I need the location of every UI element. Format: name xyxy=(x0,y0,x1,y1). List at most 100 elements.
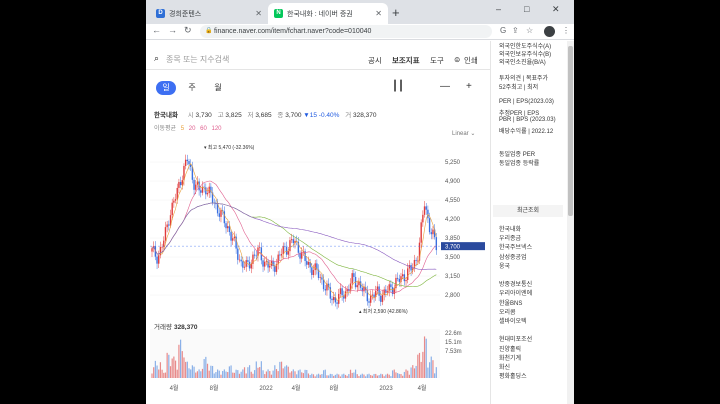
candle-body xyxy=(432,229,434,235)
volume-bar xyxy=(432,360,434,378)
share-icon[interactable]: ⇪ xyxy=(512,26,519,35)
change-pct: -0.40% xyxy=(318,112,340,119)
zoom-in-icon[interactable]: + xyxy=(466,81,472,92)
more-menu-icon[interactable]: ⋮ xyxy=(562,26,570,35)
volume-bar xyxy=(309,374,311,378)
menu-indicators[interactable]: 보조지표 xyxy=(392,55,420,66)
menu-tools[interactable]: 도구 xyxy=(430,55,444,66)
tab-2[interactable]: N 한국내화 : 네이버 증권 ✕ xyxy=(268,3,388,24)
screenshot: D 경희준텐스 ✕ N 한국내화 : 네이버 증권 ✕ + – □ ✕ ← → … xyxy=(0,0,720,404)
volume-header-label: 거래량 xyxy=(154,324,172,331)
y-tick-label: 4,900 xyxy=(445,179,461,185)
ma60-line xyxy=(151,202,437,288)
candle-body xyxy=(324,289,326,291)
tab-1[interactable]: D 경희준텐스 ✕ xyxy=(150,3,268,24)
high-value: 3,825 xyxy=(225,112,242,119)
recent-item: 삼성중공업 xyxy=(499,254,527,261)
volume-bar xyxy=(408,374,410,378)
stock-name: 한국내화 xyxy=(154,112,178,119)
search-input[interactable]: 종목 또는 지수검색 xyxy=(166,54,229,65)
volume-bar xyxy=(338,374,340,378)
volume-bar xyxy=(190,369,192,378)
y-tick-label: 3,500 xyxy=(445,255,461,261)
recent-item: 현대미포조선 xyxy=(499,337,533,344)
minimize-button[interactable]: – xyxy=(496,4,501,14)
candle-body xyxy=(322,279,325,290)
volume-bar xyxy=(181,351,183,378)
candle-body xyxy=(215,203,217,205)
price-chart[interactable]: 5,250 4,900 4,550 4,200 3,850 3,500 3,150 2,800… xyxy=(146,139,490,394)
candle-body xyxy=(228,226,231,233)
candle-type-icon[interactable]: ┃┃ xyxy=(392,81,404,92)
volume-bar xyxy=(154,360,156,378)
close-window-button[interactable]: ✕ xyxy=(552,4,560,15)
volume-bar xyxy=(306,369,308,378)
volume-bar xyxy=(201,368,204,378)
reload-icon[interactable]: ↻ xyxy=(184,25,192,36)
volume-bar xyxy=(260,361,262,378)
candle-body xyxy=(284,246,286,248)
volume-bar xyxy=(186,361,188,378)
divider xyxy=(146,69,490,70)
candle-body xyxy=(312,270,315,275)
period-month-button[interactable]: 월 xyxy=(208,81,228,95)
volume-bar xyxy=(161,369,163,378)
volume-tick-label: 15.1m xyxy=(445,340,462,346)
volume-bar xyxy=(230,365,232,378)
volume-bar xyxy=(248,365,251,378)
period-day-button[interactable]: 일 xyxy=(156,81,176,95)
search-icon[interactable]: ⌕ xyxy=(154,53,159,64)
volume-bar xyxy=(171,358,173,378)
candle-body xyxy=(195,184,197,190)
volume-bar xyxy=(351,372,353,378)
candle-body xyxy=(351,273,353,284)
google-icon[interactable]: G xyxy=(500,26,506,35)
candle-body xyxy=(178,182,180,188)
candle-body xyxy=(314,263,316,271)
volume-bar xyxy=(196,371,199,378)
period-week-button[interactable]: 주 xyxy=(182,81,202,95)
volume-bar xyxy=(317,373,320,378)
new-tab-button[interactable]: + xyxy=(392,5,400,20)
candle-body xyxy=(289,240,291,252)
volume-bar xyxy=(393,369,395,378)
scrollbar[interactable] xyxy=(567,41,574,404)
recent-item: 한국주브넥스 xyxy=(499,245,533,252)
recent-item: 웅국 xyxy=(499,263,511,270)
candle-body xyxy=(200,190,202,193)
ma-5: 5 xyxy=(180,126,185,132)
volume-bar xyxy=(422,351,424,378)
recent-item: 우리종금 xyxy=(499,236,522,243)
profile-avatar[interactable] xyxy=(544,26,555,37)
volume-label: 거 xyxy=(345,112,352,119)
scroll-thumb[interactable] xyxy=(568,46,573,216)
candle-body xyxy=(262,260,264,267)
menu-print[interactable]: 인쇄 xyxy=(464,55,478,66)
volume-bar xyxy=(180,339,182,378)
forward-icon[interactable]: → xyxy=(168,25,177,35)
menu-disclosure[interactable]: 공시 xyxy=(368,55,382,66)
volume-bar xyxy=(341,374,343,378)
maximize-button[interactable]: □ xyxy=(524,4,529,14)
bookmark-star-icon[interactable]: ☆ xyxy=(526,26,533,35)
volume-bar xyxy=(435,367,437,378)
zoom-out-icon[interactable]: — xyxy=(440,81,450,92)
recent-item: 화천기계 xyxy=(499,355,522,362)
volume-bar xyxy=(425,338,427,378)
scale-mode-select[interactable]: Linear ⌄ xyxy=(452,130,475,137)
candle-body xyxy=(370,295,372,303)
address-bar[interactable]: 🔒 finance.naver.com/item/fchart.naver?co… xyxy=(200,25,492,38)
volume-bar xyxy=(225,371,227,378)
recent-item: 방중경보통신 xyxy=(499,282,533,289)
tab-1-close-icon[interactable]: ✕ xyxy=(255,9,262,18)
back-icon[interactable]: ← xyxy=(152,25,161,35)
per-item: 추정PER | EPS xyxy=(499,111,540,117)
candle-body xyxy=(265,261,268,263)
close-value: 3,700 xyxy=(285,112,302,119)
candle-body xyxy=(269,265,271,268)
tab-2-close-icon[interactable]: ✕ xyxy=(375,9,382,18)
print-icon[interactable]: ⊜ xyxy=(454,55,460,64)
volume-bar xyxy=(205,356,207,378)
recent-item: 오리콤 xyxy=(499,309,516,316)
candle-body xyxy=(287,251,289,255)
